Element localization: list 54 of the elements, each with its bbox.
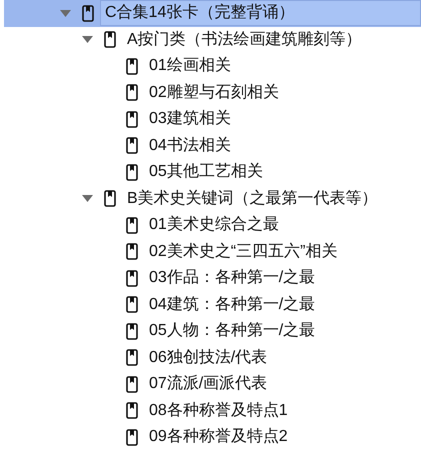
tree-item-label: 08各种称誉及特点1 <box>148 400 289 421</box>
tree-item[interactable]: 03作品：各种第一/之最 <box>4 265 421 292</box>
bookmark-icon <box>126 428 138 446</box>
bookmark-icon <box>126 137 138 154</box>
tree-item-label: 05其他工艺相关 <box>148 162 264 182</box>
tree-item-label: 02美术史之“三四五六”相关 <box>148 242 338 262</box>
tree-item[interactable]: 05其他工艺相关 <box>4 159 421 186</box>
tree-item[interactable]: 05人物：各种第一/之最 <box>4 318 421 344</box>
bookmark-icon <box>104 190 116 208</box>
tree-item-label: 01美术史综合之最 <box>148 214 280 236</box>
tree-item[interactable]: 03建筑相关 <box>4 106 421 132</box>
bookmark-icon <box>126 296 138 314</box>
bookmark-icon <box>126 402 138 420</box>
tree-item-label: 02雕塑与石刻相关 <box>148 82 280 103</box>
bookmark-icon <box>126 58 138 75</box>
tree-item-label: 03建筑相关 <box>148 108 232 130</box>
tree-item[interactable]: 06独创技法/代表 <box>4 344 421 371</box>
tree-item-label: C合集14张卡（完整背诵） <box>100 0 421 26</box>
tree-item-label: 04建筑：各种第一/之最 <box>148 294 316 315</box>
tree-item[interactable]: B美术史关键词（之最第一代表等） <box>4 186 421 212</box>
tree-item-label: 06独创技法/代表 <box>148 348 268 368</box>
expand-arrow-icon[interactable] <box>82 195 93 202</box>
bookmark-icon <box>126 376 138 393</box>
bookmark-icon <box>126 349 138 366</box>
tree-item-label: 01绘画相关 <box>148 56 232 76</box>
tree-item-label: B美术史关键词（之最第一代表等） <box>126 188 379 209</box>
bookmark-icon <box>104 31 116 48</box>
bookmark-icon <box>126 216 138 234</box>
tree-item[interactable]: 02雕塑与石刻相关 <box>4 80 421 106</box>
tree-item-label: 05人物：各种第一/之最 <box>148 320 316 342</box>
tree-item[interactable]: 07流派/画派代表 <box>4 371 421 398</box>
tree-item-label: 03作品：各种第一/之最 <box>148 268 316 288</box>
tree-item-label: A按门类（书法绘画建筑雕刻等） <box>126 30 363 50</box>
bookmark-icon <box>82 4 94 22</box>
tree-item[interactable]: 01美术史综合之最 <box>4 212 421 238</box>
bookmark-icon <box>126 110 138 128</box>
tree-item[interactable]: 01绘画相关 <box>4 53 421 80</box>
bookmark-icon <box>126 243 138 260</box>
expand-arrow-icon[interactable] <box>60 10 71 17</box>
tree-item[interactable]: 02美术史之“三四五六”相关 <box>4 238 421 265</box>
tree-item[interactable]: 04建筑：各种第一/之最 <box>4 292 421 318</box>
tree-item[interactable]: 09各种称誉及特点2 <box>4 424 421 450</box>
tree-item-label: 07流派/画派代表 <box>148 374 268 394</box>
tree-item-label: 09各种称誉及特点2 <box>148 426 289 448</box>
bookmark-icon <box>126 322 138 340</box>
bookmark-icon <box>126 84 138 102</box>
tree-item[interactable]: 08各种称誉及特点1 <box>4 398 421 424</box>
expand-arrow-icon[interactable] <box>82 36 93 44</box>
bookmark-icon <box>126 270 138 287</box>
bookmark-icon <box>126 164 138 181</box>
tree-item[interactable]: 04书法相关 <box>4 132 421 159</box>
tree-item[interactable]: A按门类（书法绘画建筑雕刻等） <box>4 26 421 53</box>
tree-item[interactable]: C合集14张卡（完整背诵） <box>4 0 421 26</box>
tree-item-label: 04书法相关 <box>148 136 232 156</box>
